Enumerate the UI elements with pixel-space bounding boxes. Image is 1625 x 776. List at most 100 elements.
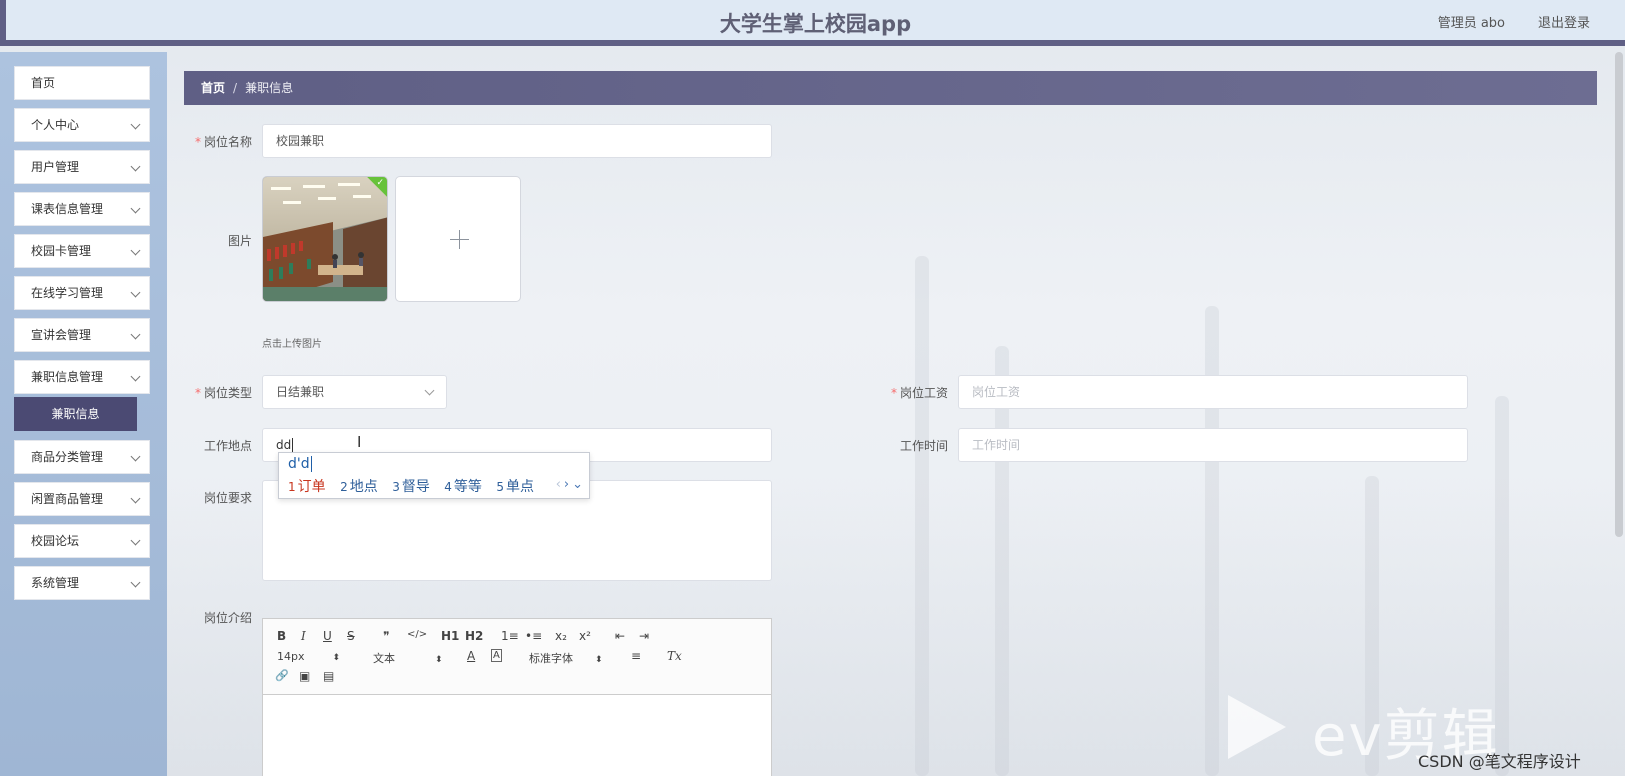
select-arrow-icon: ⬍ <box>435 655 443 665</box>
ime-candidate[interactable]: 5 单点 <box>496 479 534 495</box>
align-button[interactable]: ≡ <box>631 649 641 663</box>
requirements-label: 岗位要求 <box>203 491 252 505</box>
breadcrumb: 首页 / 兼职信息 <box>184 71 1597 105</box>
link-icon[interactable]: 🔗 <box>275 669 289 682</box>
chevron-down-icon <box>130 119 141 130</box>
chevron-down-icon <box>130 451 141 462</box>
required-mark: * <box>890 386 897 400</box>
subscript-button[interactable]: x₂ <box>555 629 567 643</box>
ime-next-icon[interactable]: › <box>564 477 569 492</box>
bullet-list-button[interactable]: •≡ <box>525 629 542 643</box>
select-arrow-icon: ⬍ <box>332 653 341 663</box>
position-name-label: * 岗位名称 <box>194 135 252 149</box>
clean-format-button[interactable]: Tx <box>667 649 682 663</box>
salary-label: * 岗位工资 <box>890 386 948 400</box>
font-size-select[interactable]: 14px ⬍ <box>277 650 340 663</box>
image-label: 图片 <box>227 234 252 248</box>
ibeam-cursor-icon: I <box>357 433 362 451</box>
sidebar-item-users[interactable]: 用户管理 <box>14 150 150 184</box>
position-type-select[interactable]: 日结兼职 <box>262 375 447 409</box>
current-user: 管理员 abo <box>1437 16 1505 31</box>
uploaded-image-thumbnail[interactable]: ✓ <box>262 176 388 302</box>
video-icon[interactable]: ▤ <box>323 669 334 683</box>
chevron-down-icon <box>130 371 141 382</box>
ordered-list-button[interactable]: 1≡ <box>501 629 519 643</box>
sidebar-item-label: 首页 <box>31 76 56 90</box>
sidebar-item-label: 校园论坛 <box>31 534 80 548</box>
chevron-down-icon <box>130 287 141 298</box>
sidebar-item-system[interactable]: 系统管理 <box>14 566 150 600</box>
sidebar-item-online-learning[interactable]: 在线学习管理 <box>14 276 150 310</box>
salary-input[interactable]: 岗位工资 <box>958 375 1468 409</box>
sidebar-item-home[interactable]: 首页 <box>14 66 150 100</box>
sidebar-item-parttime[interactable]: 兼职信息管理 <box>14 360 150 394</box>
quote-button[interactable]: ❞ <box>383 629 389 643</box>
sidebar-item-label: 系统管理 <box>31 576 80 590</box>
position-type-label: * 岗位类型 <box>194 386 252 400</box>
sidebar-item-campus-card[interactable]: 校园卡管理 <box>14 234 150 268</box>
sidebar-item-label: 闲置商品管理 <box>31 492 104 506</box>
work-time-input[interactable]: 工作时间 <box>958 428 1468 462</box>
editor-content-area[interactable] <box>263 695 771 776</box>
ime-candidate[interactable]: 2 地点 <box>340 479 378 495</box>
font-family-select[interactable]: 标准字体 ⬍ <box>529 650 603 666</box>
chevron-down-icon <box>130 245 141 256</box>
breadcrumb-current: 兼职信息 <box>245 81 294 95</box>
location-label: 工作地点 <box>203 439 252 453</box>
page-scrollbar[interactable] <box>1615 52 1623 537</box>
text-caret <box>292 438 294 452</box>
app-title: 大学生掌上校园app <box>719 12 912 36</box>
csdn-watermark: CSDN @笔文程序设计 <box>1418 752 1581 771</box>
h2-button[interactable]: H2 <box>465 629 483 643</box>
sidebar-subitem-parttime-info[interactable]: 兼职信息 <box>14 397 137 431</box>
code-button[interactable]: </> <box>407 629 427 640</box>
superscript-button[interactable]: x² <box>579 629 591 643</box>
strike-button[interactable]: S <box>347 629 355 643</box>
sidebar-item-profile[interactable]: 个人中心 <box>14 108 150 142</box>
chevron-down-icon <box>130 161 141 172</box>
check-icon: ✓ <box>376 178 384 188</box>
sidebar-item-seminar[interactable]: 宣讲会管理 <box>14 318 150 352</box>
library-photo <box>263 177 387 301</box>
outdent-button[interactable]: ⇤ <box>615 629 625 643</box>
sidebar-item-label: 个人中心 <box>31 118 80 132</box>
underline-button[interactable]: U <box>323 629 332 643</box>
sidebar-item-forum[interactable]: 校园论坛 <box>14 524 150 558</box>
breadcrumb-home[interactable]: 首页 <box>201 81 225 95</box>
ime-candidate[interactable]: 1 订单 <box>288 479 326 495</box>
play-logo-icon <box>1228 695 1286 759</box>
ime-expand-icon[interactable]: ⌄ <box>572 477 583 492</box>
sidebar-item-category[interactable]: 商品分类管理 <box>14 440 150 474</box>
sidebar-item-idle-goods[interactable]: 闲置商品管理 <box>14 482 150 516</box>
upload-tip: 点击上传图片 <box>262 339 322 350</box>
image-icon[interactable]: ▣ <box>299 669 310 683</box>
italic-button[interactable]: I <box>301 629 306 643</box>
bold-button[interactable]: B <box>277 629 286 643</box>
sidebar-item-schedule[interactable]: 课表信息管理 <box>14 192 150 226</box>
ime-page-nav: ‹ › ⌄ <box>553 477 583 492</box>
upload-add-button[interactable] <box>395 176 521 302</box>
chevron-down-icon <box>130 577 141 588</box>
position-name-input[interactable]: 校园兼职 <box>262 124 772 158</box>
chevron-down-icon <box>424 385 435 396</box>
indent-button[interactable]: ⇥ <box>639 629 649 643</box>
chevron-down-icon <box>130 329 141 340</box>
logout-link[interactable]: 退出登录 <box>1538 12 1590 31</box>
sidebar-item-label: 用户管理 <box>31 160 80 174</box>
font-color-button[interactable]: A <box>467 649 475 663</box>
ime-candidate[interactable]: 3 督导 <box>392 479 430 495</box>
sidebar-item-label: 课表信息管理 <box>31 202 104 216</box>
background-color-button[interactable]: A <box>491 649 502 662</box>
required-mark: * <box>194 135 201 149</box>
text-type-select[interactable]: 文本 ⬍ <box>373 650 443 666</box>
ime-candidate[interactable]: 4 等等 <box>444 479 482 495</box>
chevron-down-icon <box>130 535 141 546</box>
ime-caret <box>310 456 312 472</box>
ime-composition: d'd <box>288 456 312 472</box>
top-header: 大学生掌上校园app 管理员 abo 退出登录 <box>0 0 1625 46</box>
h1-button[interactable]: H1 <box>441 629 459 643</box>
ime-candidates: 1 订单 2 地点 3 督导 4 等等 5 单点 <box>288 476 544 496</box>
ime-prev-icon[interactable]: ‹ <box>556 477 561 492</box>
sidebar-item-label: 兼职信息管理 <box>31 370 104 384</box>
sidebar-item-label: 宣讲会管理 <box>31 328 92 342</box>
